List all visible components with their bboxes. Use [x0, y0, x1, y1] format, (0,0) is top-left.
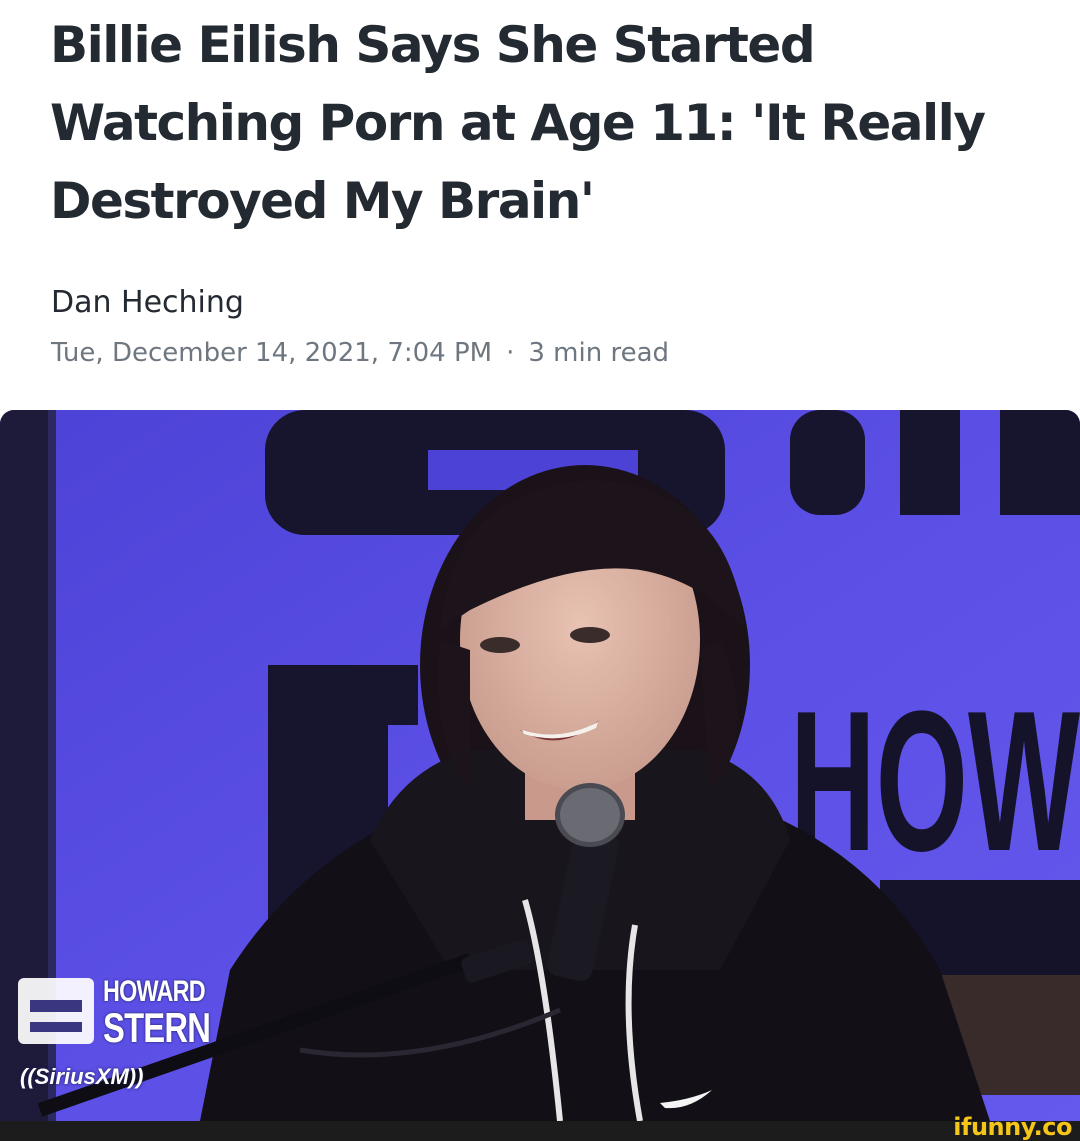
author-name[interactable]: Dan Heching	[51, 285, 244, 320]
logo-siriusxm-text: ((SiriusXM))	[20, 1064, 144, 1089]
read-time: 3 min read	[528, 338, 670, 368]
article-meta: Tue, December 14, 2021, 7:04 PM · 3 min re…	[51, 338, 669, 368]
publish-date: Tue, December 14, 2021, 7:04 PM	[51, 338, 493, 368]
meta-separator: ·	[506, 338, 515, 368]
logo-stern-text: STERN	[103, 1004, 211, 1051]
ifunny-watermark: ifunny.co	[953, 1113, 1072, 1141]
bottom-bar	[0, 1121, 1080, 1141]
article-headline: Billie Eilish Says She Started Watching …	[50, 16, 986, 230]
